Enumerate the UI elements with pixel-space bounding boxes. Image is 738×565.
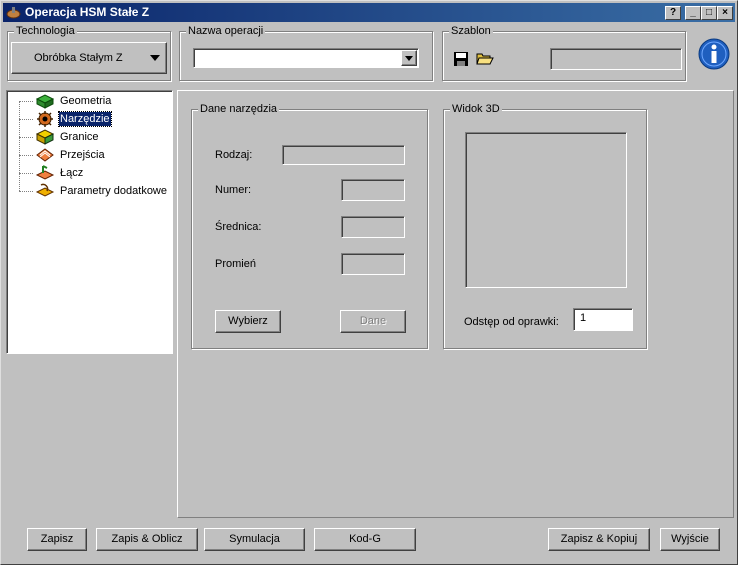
technologia-value: Obróbka Stałym Z xyxy=(34,52,123,64)
wyjscie-button[interactable]: Wyjście xyxy=(660,528,720,551)
tree-item-label: Łącz xyxy=(60,167,84,179)
links-icon xyxy=(35,165,55,180)
dialog-window: Operacja HSM Stałe Z ? _ □ × Technologia… xyxy=(0,0,738,565)
dane-narzedzia-legend: Dane narzędzia xyxy=(198,103,280,115)
srednica-field[interactable] xyxy=(341,216,405,238)
odstep-value: 1 xyxy=(580,312,587,324)
kod-g-button[interactable]: Kod-G xyxy=(314,528,416,551)
passes-icon xyxy=(36,148,54,162)
boundary-icon xyxy=(35,129,55,145)
chevron-down-icon xyxy=(150,55,160,61)
minimize-button[interactable]: _ xyxy=(685,6,701,20)
nazwa-operacji-group: Nazwa operacji xyxy=(179,25,433,81)
technologia-dropdown[interactable]: Obróbka Stałym Z xyxy=(11,42,167,74)
numer-label: Numer: xyxy=(215,184,252,196)
open-folder-icon[interactable] xyxy=(476,50,494,66)
geometry-icon xyxy=(35,94,55,109)
title-bar[interactable]: Operacja HSM Stałe Z ? _ □ × xyxy=(3,3,735,22)
srednica-label: Średnica: xyxy=(215,221,262,233)
numer-field[interactable] xyxy=(341,179,405,201)
tree-item-label: Granice xyxy=(60,131,99,143)
widok3d-viewport[interactable] xyxy=(465,132,627,288)
dane-narzedzia-group: Dane narzędzia Rodzaj: Numer: Średnica: … xyxy=(191,103,428,349)
promien-label: Promień xyxy=(215,258,256,270)
szablon-group: Szablon xyxy=(442,25,686,81)
nazwa-operacji-dropdown-button[interactable] xyxy=(401,50,417,66)
window-title: Operacja HSM Stałe Z xyxy=(25,5,150,19)
tree-item-label: Parametry dodatkowe xyxy=(60,185,167,197)
symulacja-button[interactable]: Symulacja xyxy=(204,528,305,551)
app-icon xyxy=(6,7,21,19)
odstep-input[interactable]: 1 xyxy=(573,308,633,331)
close-button[interactable]: × xyxy=(717,6,733,20)
widok3d-group: Widok 3D Odstęp od oprawki: 1 xyxy=(443,103,647,349)
zapisz-button[interactable]: Zapisz xyxy=(27,528,87,551)
nazwa-operacji-legend: Nazwa operacji xyxy=(186,25,266,37)
help-button[interactable]: ? xyxy=(665,6,681,20)
info-icon[interactable] xyxy=(697,37,731,71)
tool-icon xyxy=(37,111,53,127)
save-icon[interactable] xyxy=(453,51,469,67)
szablon-legend: Szablon xyxy=(449,25,493,37)
wybierz-button[interactable]: Wybierz xyxy=(215,310,281,333)
zapisz-kopiuj-button[interactable]: Zapisz & Kopiuj xyxy=(548,528,650,551)
tree-item-label: Narzędzie xyxy=(58,111,112,127)
promien-field[interactable] xyxy=(341,253,405,275)
rodzaj-label: Rodzaj: xyxy=(215,149,253,161)
szablon-field[interactable] xyxy=(550,48,682,70)
extra-params-icon xyxy=(35,183,55,197)
zapis-oblicz-button[interactable]: Zapis & Oblicz xyxy=(96,528,198,551)
chevron-down-icon xyxy=(405,56,413,61)
tree-item-label: Geometria xyxy=(60,95,112,107)
maximize-button[interactable]: □ xyxy=(701,6,717,20)
widok3d-legend: Widok 3D xyxy=(450,103,502,115)
odstep-label: Odstęp od oprawki: xyxy=(464,316,559,328)
rodzaj-field[interactable] xyxy=(282,145,405,165)
tree-item-label: Przejścia xyxy=(60,149,105,161)
technologia-legend: Technologia xyxy=(14,25,77,37)
technologia-group: Technologia Obróbka Stałym Z xyxy=(7,25,171,81)
operation-tree[interactable]: Geometria Narzędzie Granice Przejścia Łą… xyxy=(6,90,173,354)
nazwa-operacji-combobox[interactable] xyxy=(193,48,419,68)
dane-button[interactable]: Dane xyxy=(340,310,406,333)
